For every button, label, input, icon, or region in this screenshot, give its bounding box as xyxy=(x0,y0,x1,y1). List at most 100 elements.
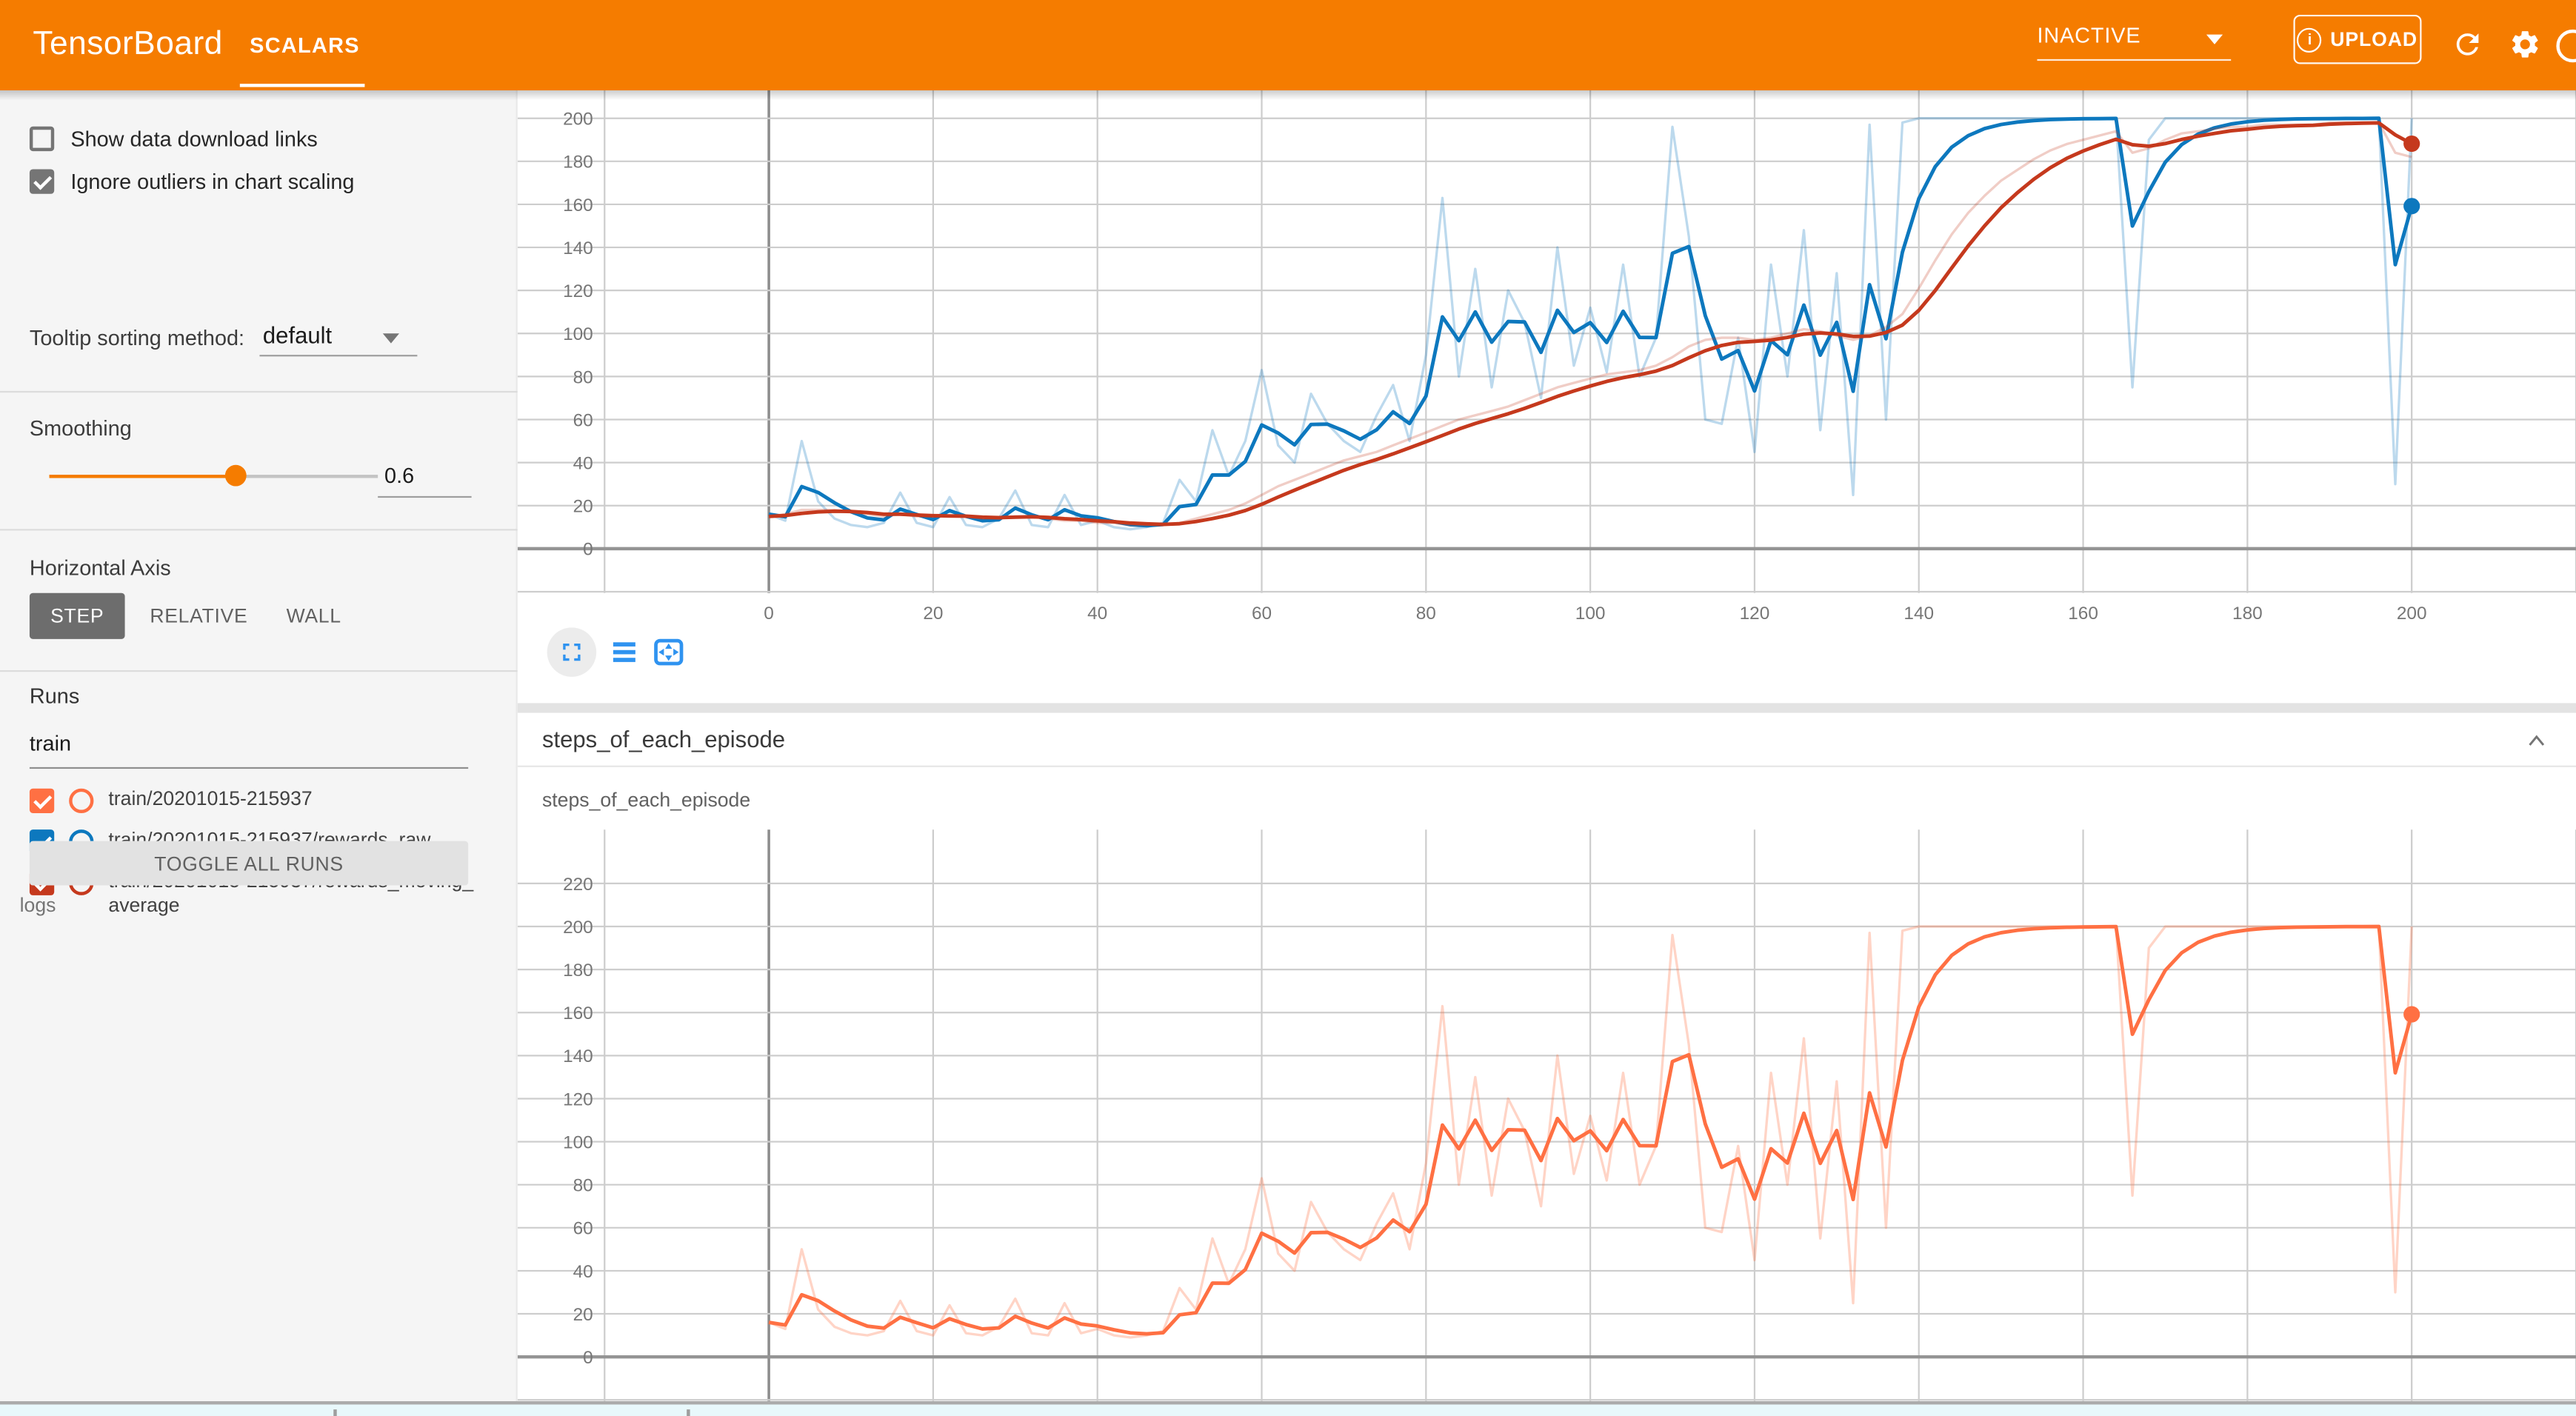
y-tick-label: 160 xyxy=(563,1003,593,1023)
upload-button[interactable]: i UPLOAD xyxy=(2293,15,2421,64)
info-icon: i xyxy=(2298,27,2322,52)
x-tick-label: 160 xyxy=(2068,604,2098,624)
y-tick-label: 180 xyxy=(563,961,593,981)
main-content: 0204060801001201401601802000204060801001… xyxy=(518,90,2576,1416)
toggle-all-runs-button[interactable]: TOGGLE ALL RUNS xyxy=(30,841,468,886)
y-tick-label: 100 xyxy=(563,324,593,344)
tab-active-underline xyxy=(240,84,365,87)
y-tick-label: 140 xyxy=(563,1046,593,1066)
upload-button-label: UPLOAD xyxy=(2330,28,2417,51)
y-tick-label: 160 xyxy=(563,196,593,216)
run-color-circle-icon[interactable] xyxy=(69,789,93,813)
fit-domain-to-data-button[interactable] xyxy=(653,638,685,667)
bottom-strip xyxy=(0,1404,2576,1416)
fullscreen-icon xyxy=(557,638,587,667)
y-tick-label: 120 xyxy=(563,281,593,301)
horizontal-axis-label: Horizontal Axis xyxy=(30,555,171,580)
smoothing-value-underline xyxy=(378,496,471,498)
steps-chart-card: steps_of_each_episode 0 20 40 60 80 100 120 140… xyxy=(518,769,2576,1416)
settings-gear-icon[interactable] xyxy=(2509,28,2541,61)
y-tick-label: 80 xyxy=(573,1176,593,1196)
x-tick-label: 0 xyxy=(764,604,774,624)
rewards-chart[interactable]: 0 20 40 60 80 100 120 140 160 180 200 0 20 40 60 80 100 1… xyxy=(518,90,2576,632)
series-end-dot xyxy=(2403,136,2420,152)
tab-scalars[interactable]: SCALARS xyxy=(240,0,370,90)
smoothing-slider[interactable] xyxy=(50,475,378,478)
tooltip-sorting-underline xyxy=(259,355,417,356)
expand-chart-button[interactable] xyxy=(547,627,597,677)
steps-chart[interactable]: 0 20 40 60 80 100 120 140 160 180 200 220 xyxy=(518,829,2576,1401)
x-tick-label: 60 xyxy=(1252,604,1272,624)
app-header: TensorBoard SCALARS INACTIVE i UPLOAD xyxy=(0,0,2576,90)
refresh-icon[interactable] xyxy=(2451,28,2483,61)
y-tick-label: 140 xyxy=(563,238,593,258)
y-tick-label: 0 xyxy=(583,1348,593,1368)
help-icon[interactable] xyxy=(2556,30,2576,62)
tensorboard-app: TensorBoard SCALARS INACTIVE i UPLOAD Sh… xyxy=(0,0,2576,1416)
status-dropdown-label[interactable]: INACTIVE xyxy=(2037,23,2140,47)
run-row[interactable]: train/20201015-215937 xyxy=(30,787,490,812)
checkbox-label: Ignore outliers in chart scaling xyxy=(70,169,354,193)
x-tick-label: 120 xyxy=(1740,604,1770,624)
run-label: train/20201015-215937 xyxy=(108,787,476,812)
sidebar-checkbox-row[interactable]: Ignore outliers in chart scaling xyxy=(30,169,355,193)
axis-option-step[interactable]: STEP xyxy=(30,593,125,639)
bottom-strip-tick xyxy=(687,1409,690,1416)
section-gap xyxy=(518,703,2576,712)
smoothing-value-input[interactable]: 0.6 xyxy=(384,464,414,488)
x-tick-label: 200 xyxy=(2397,604,2427,624)
checked-checkbox-icon[interactable] xyxy=(30,169,54,193)
y-tick-label: 220 xyxy=(563,875,593,895)
y-tick-label: 20 xyxy=(573,1305,593,1325)
chevron-down-icon[interactable] xyxy=(383,333,399,343)
x-tick-label: 140 xyxy=(1903,604,1934,624)
y-tick-label: 200 xyxy=(563,918,593,938)
section-title: steps_of_each_episode xyxy=(542,713,785,767)
divider xyxy=(0,529,518,530)
y-tick-label: 120 xyxy=(563,1089,593,1109)
x-tick-label: 40 xyxy=(1087,604,1107,624)
divider xyxy=(0,391,518,393)
bottom-strip-tick xyxy=(333,1409,336,1416)
toggle-y-axis-button[interactable] xyxy=(610,638,639,667)
x-tick-label: 80 xyxy=(1416,604,1436,624)
sidebar-checkbox-row[interactable]: Show data download links xyxy=(30,127,318,151)
checkbox-label: Show data download links xyxy=(70,127,317,151)
y-tick-label: 20 xyxy=(573,497,593,517)
logdir-label: logs xyxy=(20,894,56,917)
runs-label: Runs xyxy=(30,684,79,708)
collapse-section-icon[interactable] xyxy=(2520,724,2553,757)
y-tick-label: 40 xyxy=(573,453,593,473)
run-checkbox-icon[interactable] xyxy=(30,789,54,813)
settings-sidebar: Show data download links Ignore outliers … xyxy=(0,90,518,1416)
x-tick-label: 180 xyxy=(2232,604,2263,624)
smoothing-slider-thumb[interactable] xyxy=(225,465,247,487)
smoothing-label: Smoothing xyxy=(30,415,132,440)
y-tick-label: 60 xyxy=(573,1219,593,1239)
unchecked-checkbox-icon[interactable] xyxy=(30,127,54,151)
chevron-down-icon[interactable] xyxy=(2206,35,2223,44)
smoothing-slider-fill xyxy=(50,475,236,478)
y-tick-label: 200 xyxy=(563,110,593,130)
axis-option-relative[interactable]: RELATIVE xyxy=(148,593,250,639)
app-title: TensorBoard xyxy=(33,0,222,90)
y-tick-label: 60 xyxy=(573,410,593,430)
status-dropdown-underline xyxy=(2037,59,2231,61)
chart-toolbar xyxy=(547,627,685,677)
rewards-chart-card: 0 20 40 60 80 100 120 140 160 180 200 0 20 40 60 80 100 1… xyxy=(518,90,2576,703)
tooltip-sorting-select[interactable]: default xyxy=(263,322,332,348)
x-tick-label: 100 xyxy=(1575,604,1606,624)
y-tick-label: 180 xyxy=(563,153,593,173)
chart-title: steps_of_each_episode xyxy=(542,789,750,812)
axis-option-wall[interactable]: WALL xyxy=(276,593,352,639)
y-tick-label: 0 xyxy=(583,540,593,560)
run-filter-input[interactable]: train xyxy=(30,731,71,755)
y-tick-label: 40 xyxy=(573,1262,593,1282)
series-end-dot xyxy=(2403,198,2420,214)
section-header[interactable]: steps_of_each_episode xyxy=(518,713,2576,767)
run-filter-underline xyxy=(30,767,468,769)
y-tick-label: 80 xyxy=(573,367,593,387)
y-tick-label: 100 xyxy=(563,1132,593,1152)
x-tick-label: 20 xyxy=(923,604,943,624)
divider xyxy=(0,670,518,672)
